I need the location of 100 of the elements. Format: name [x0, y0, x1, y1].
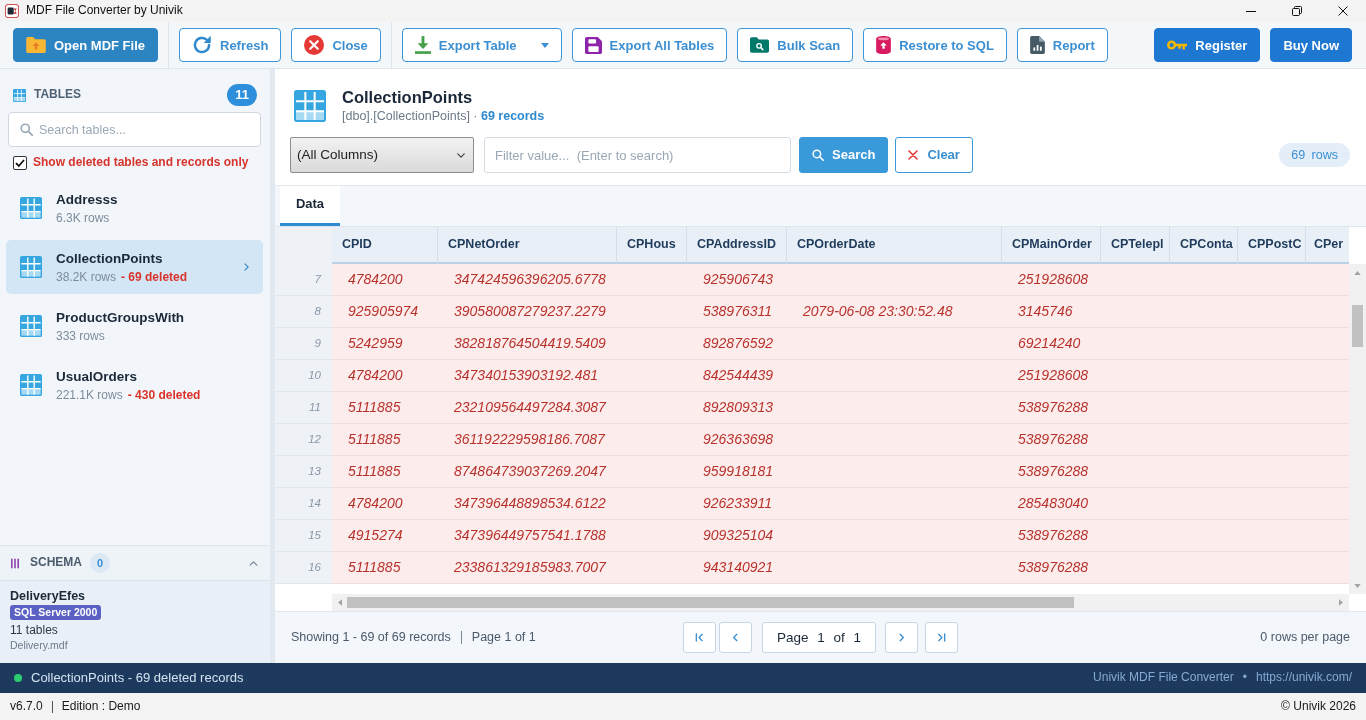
column-header[interactable]: CPNetOrder	[438, 227, 617, 264]
column-header[interactable]: CPPostC	[1238, 227, 1306, 264]
folder-search-icon	[750, 37, 770, 53]
row-number: 12	[275, 424, 332, 456]
chevron-left-icon	[731, 633, 740, 642]
website-link[interactable]: https://univik.com/	[1255, 670, 1352, 686]
row-number: 11	[275, 392, 332, 424]
tab[interactable]: Data	[280, 186, 340, 226]
download-icon	[414, 36, 431, 54]
table-grid-icon	[20, 256, 42, 278]
column-header[interactable]: CPOrderDate	[787, 227, 1002, 264]
row-number: 10	[275, 360, 332, 392]
status-dot-icon	[14, 674, 22, 682]
column-header[interactable]: CPHous	[617, 227, 687, 264]
records-summary: Showing 1 - 69 of 69 records	[291, 629, 451, 646]
column-header[interactable]: CPTelepl	[1101, 227, 1170, 264]
horizontal-scrollbar[interactable]	[332, 594, 1349, 611]
table-list-item[interactable]: CollectionPoints 38.2K rows - 69 deleted	[6, 240, 263, 294]
database-name: DeliveryEfes	[10, 588, 87, 604]
row-count: 333 rows	[56, 328, 105, 343]
count-badge: 0	[90, 553, 110, 573]
table-title: CollectionPoints	[342, 87, 474, 107]
close-icon[interactable]	[1338, 6, 1348, 16]
row-count: 38.2K rows	[56, 269, 117, 284]
row-count-badge: 69 rows	[1279, 142, 1350, 168]
export-all-button[interactable]: Export All Tables	[571, 28, 728, 62]
close-file-button[interactable]: Close	[291, 28, 381, 62]
column-header[interactable]: CPer	[1306, 227, 1349, 264]
count-badge: 11	[227, 84, 257, 106]
clear-button[interactable]: Clear	[895, 137, 973, 173]
deleted-count: - 430 deleted	[127, 387, 201, 402]
table-list-item[interactable]: UsualOrders 221.1K rows - 430 deleted	[6, 358, 263, 412]
first-page-icon	[695, 633, 704, 642]
window-title: MDF File Converter by Univik	[26, 3, 183, 19]
deleted-count: - 69 deleted	[121, 269, 188, 284]
scrollbar-thumb[interactable]	[1352, 305, 1363, 347]
bars-icon	[11, 557, 19, 569]
table-grid-icon	[20, 315, 42, 337]
page-info: Page 1 of 1	[471, 629, 536, 646]
vertical-scrollbar[interactable]	[1349, 264, 1366, 594]
refresh-icon	[192, 35, 212, 55]
column-select[interactable]: (All Columns)	[290, 137, 474, 173]
database-upload-icon	[876, 36, 892, 54]
first-page-button[interactable]	[683, 622, 716, 653]
column-header[interactable]: CPMainOrder	[1002, 227, 1101, 264]
chevron-right-icon	[244, 263, 249, 271]
row-number: 7	[275, 264, 332, 296]
filter-field[interactable]: Filter value... (Enter to search)	[484, 137, 791, 173]
buy-now-button[interactable]: Buy Now	[1270, 28, 1352, 62]
scroll-up-icon[interactable]	[1354, 271, 1361, 275]
last-page-button[interactable]	[925, 622, 958, 653]
table-name: Addresss	[56, 190, 118, 209]
restore-icon[interactable]	[1292, 6, 1302, 16]
app-icon	[5, 4, 19, 18]
close-icon	[304, 35, 325, 55]
edition-label: Edition : Demo	[61, 698, 141, 715]
table-grid-icon	[13, 88, 26, 102]
scroll-down-icon[interactable]	[1354, 584, 1361, 588]
column-header[interactable]: CPConta	[1170, 227, 1238, 264]
next-page-button[interactable]	[885, 622, 918, 653]
close-icon	[908, 150, 919, 160]
row-number: 8	[275, 296, 332, 328]
version-label: v6.7.0	[10, 698, 43, 715]
open-file-button[interactable]: Open MDF File	[13, 28, 158, 62]
row-number: 14	[275, 488, 332, 520]
checkbox-label[interactable]: Show deleted tables and records only	[33, 155, 249, 171]
register-button[interactable]: Register	[1154, 28, 1261, 62]
folder-upload-icon	[26, 37, 46, 53]
column-header[interactable]: CPID	[332, 227, 438, 264]
table-list-item[interactable]: Addresss 6.3K rows	[6, 181, 263, 235]
table-cell: 5111885	[332, 552, 438, 584]
table-name: CollectionPoints	[56, 249, 164, 268]
row-number: 9	[275, 328, 332, 360]
previous-page-button[interactable]	[719, 622, 752, 653]
separator-dot: •	[1242, 670, 1247, 686]
server-badge: SQL Server 2000	[10, 605, 102, 620]
minimize-icon[interactable]	[1246, 10, 1256, 12]
table-cell: 538976288	[1002, 552, 1101, 584]
chevron-down-icon	[457, 152, 465, 158]
checkbox[interactable]	[13, 156, 27, 170]
chevron-up-icon[interactable]	[249, 560, 258, 566]
row-number: 13	[275, 456, 332, 488]
row-number: 15	[275, 520, 332, 552]
table-grid-icon	[20, 197, 42, 219]
bulk-scan-button[interactable]: Bulk Scan	[737, 28, 854, 62]
table-grid-icon	[20, 374, 42, 396]
last-page-icon	[937, 633, 946, 642]
product-name: Univik MDF File Converter	[1093, 670, 1234, 686]
table-cell: 233861329185983.7007	[438, 552, 617, 584]
chevron-right-icon	[897, 633, 906, 642]
table-count: 11 tables	[10, 622, 59, 638]
table-list-item[interactable]: ProductGroupsWith 333 rows	[6, 299, 263, 353]
search-field[interactable]: Search tables...	[8, 112, 261, 147]
scroll-right-icon[interactable]	[1339, 599, 1343, 606]
table-name: ProductGroupsWith	[56, 308, 185, 327]
row-count: 221.1K rows	[56, 387, 123, 402]
scroll-left-icon[interactable]	[338, 599, 342, 606]
row-number: 16	[275, 552, 332, 584]
scrollbar-thumb[interactable]	[347, 597, 1074, 608]
column-header[interactable]: CPAddressID	[687, 227, 787, 264]
